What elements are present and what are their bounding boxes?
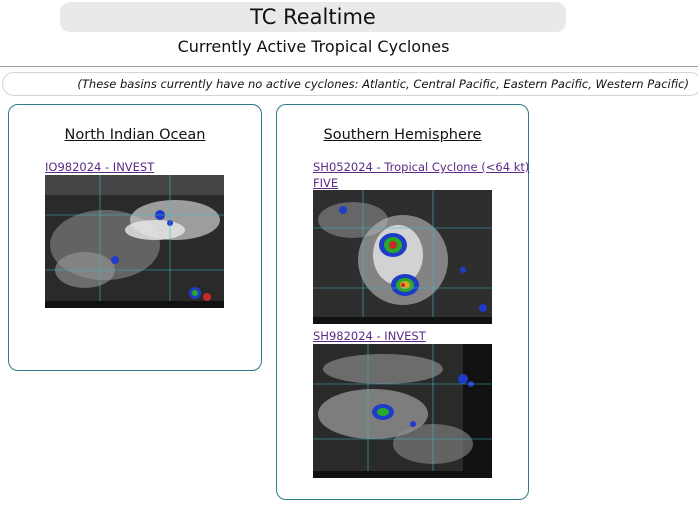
storm-link-io982024[interactable]: IO982024 - INVEST	[45, 159, 154, 175]
satellite-image-sh982024[interactable]	[313, 344, 492, 478]
storm-link-name: FIVE	[313, 176, 339, 190]
page-subtitle: Currently Active Tropical Cyclones	[177, 37, 450, 56]
storm-link-sh052024[interactable]: SH052024 - Tropical Cyclone (<64 kt) FIV…	[313, 159, 529, 191]
satellite-image-io982024[interactable]	[45, 175, 224, 308]
storm-link-label: SH052024 - Tropical Cyclone (<64 kt)	[313, 160, 530, 174]
basin-title: North Indian Ocean	[64, 127, 206, 143]
page-title: TC Realtime	[60, 2, 566, 32]
inactive-basins-notice: (These basins currently have no active c…	[77, 77, 689, 91]
storm-link-sh982024[interactable]: SH982024 - INVEST	[313, 328, 426, 344]
basin-title: Southern Hemisphere	[323, 127, 482, 143]
satellite-image-sh052024[interactable]	[313, 190, 492, 324]
divider	[0, 66, 698, 67]
